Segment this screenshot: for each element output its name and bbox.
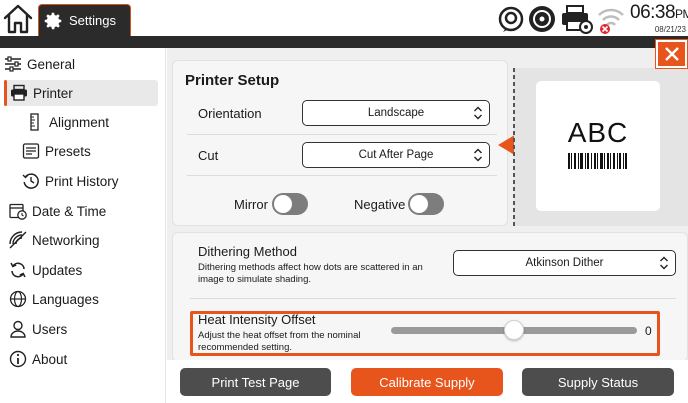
- header-strip: [0, 36, 688, 48]
- sidebar-item-about[interactable]: About: [4, 346, 158, 372]
- sidebar-item-users[interactable]: Users: [4, 316, 158, 342]
- divider: [190, 298, 676, 299]
- heat-description: Adjust the heat offset from the nominal …: [198, 330, 361, 353]
- toggle-knob: [410, 195, 428, 213]
- cut-select[interactable]: Cut After Page: [302, 142, 490, 168]
- printer-setup-title: Printer Setup: [185, 72, 280, 89]
- sidebar-item-networking[interactable]: Networking: [4, 227, 158, 253]
- wifi-disconnected-icon[interactable]: [596, 3, 626, 35]
- sliders-icon: [5, 56, 21, 72]
- close-button[interactable]: [655, 39, 688, 69]
- sidebar-item-label: Print History: [45, 173, 119, 189]
- printer-settings-icon[interactable]: [560, 3, 594, 35]
- presets-icon: [22, 143, 40, 159]
- dithering-description: Dithering methods affect how dots are sc…: [198, 262, 423, 285]
- chat-icon[interactable]: [497, 3, 525, 35]
- gear-icon: [44, 12, 62, 29]
- sidebar-item-languages[interactable]: Languages: [4, 286, 158, 312]
- sidebar-item-updates[interactable]: Updates: [4, 257, 158, 283]
- orientation-value: Landscape: [367, 107, 425, 119]
- close-icon: [664, 47, 679, 61]
- heat-slider-handle[interactable]: [504, 320, 524, 340]
- cut-label: Cut: [198, 148, 219, 163]
- print-test-page-button[interactable]: Print Test Page: [180, 368, 331, 396]
- ruler-icon: [30, 113, 39, 131]
- dithering-title: Dithering Method: [198, 244, 297, 259]
- sidebar-item-label: Presets: [45, 143, 91, 159]
- calibrate-supply-button[interactable]: Calibrate Supply: [351, 368, 503, 396]
- sidebar-item-label: Alignment: [49, 114, 110, 130]
- sidebar-item-label: About: [32, 351, 68, 367]
- clock: 06:38PM 08/21/23: [630, 2, 688, 36]
- tab-settings-label: Settings: [69, 13, 116, 28]
- sidebar-item-print-history[interactable]: Print History: [4, 168, 158, 194]
- negative-toggle[interactable]: [408, 193, 444, 215]
- home-icon: [3, 4, 33, 34]
- printer-icon: [11, 84, 27, 101]
- info-icon: [9, 350, 27, 368]
- sidebar: General Printer Alignment Presets Print …: [0, 48, 166, 403]
- network-icon: [9, 231, 27, 249]
- clock-ampm: PM: [675, 7, 688, 21]
- user-icon: [10, 320, 26, 338]
- sidebar-item-label: Printer: [33, 85, 73, 101]
- toggle-knob: [274, 195, 292, 213]
- label-preview-text: ABC: [567, 117, 629, 148]
- chevron-up-down-icon: [660, 256, 668, 270]
- sidebar-item-label: Networking: [32, 232, 100, 248]
- home-button[interactable]: [2, 3, 34, 35]
- mirror-label: Mirror: [234, 197, 268, 212]
- orientation-select[interactable]: Landscape: [302, 100, 490, 126]
- negative-label: Negative: [354, 197, 406, 212]
- dithering-select[interactable]: Atkinson Dither: [453, 250, 676, 276]
- label-edge-guide: [513, 68, 515, 226]
- clock-date: 08/21/23: [654, 25, 686, 34]
- sidebar-item-label: General: [27, 56, 76, 72]
- barcode-icon: [568, 153, 627, 169]
- chevron-up-down-icon: [474, 148, 482, 162]
- top-bar: Settings 06:38PM 08/21/23: [0, 0, 688, 38]
- supply-status-button[interactable]: Supply Status: [522, 368, 674, 396]
- sidebar-item-label: Date & Time: [32, 203, 107, 219]
- chevron-up-down-icon: [474, 106, 482, 120]
- sidebar-item-label: Updates: [32, 262, 83, 278]
- orientation-label: Orientation: [198, 106, 262, 121]
- dithering-value: Atkinson Dither: [525, 257, 604, 269]
- sidebar-item-presets[interactable]: Presets: [4, 138, 158, 164]
- tab-settings[interactable]: Settings: [38, 4, 131, 36]
- refresh-icon: [10, 262, 26, 278]
- divider: [187, 134, 497, 135]
- sidebar-item-label: Languages: [32, 291, 99, 307]
- clock-time: 06:38: [630, 2, 676, 23]
- heat-title: Heat Intensity Offset: [198, 312, 316, 327]
- sidebar-item-general[interactable]: General: [4, 51, 158, 77]
- sidebar-item-date-time[interactable]: Date & Time: [4, 198, 158, 224]
- sidebar-item-printer[interactable]: Printer: [4, 80, 158, 106]
- sidebar-item-label: Users: [32, 321, 68, 337]
- label-preview: ABC: [536, 81, 660, 211]
- divider: [187, 175, 497, 176]
- cut-value: Cut After Page: [358, 149, 434, 161]
- history-icon: [22, 173, 39, 189]
- globe-icon: [9, 290, 27, 308]
- mirror-toggle[interactable]: [272, 193, 308, 215]
- calendar-clock-icon: [9, 203, 27, 220]
- sidebar-item-alignment[interactable]: Alignment: [4, 109, 158, 135]
- supply-roll-icon[interactable]: [527, 3, 557, 35]
- heat-value: 0: [645, 324, 652, 338]
